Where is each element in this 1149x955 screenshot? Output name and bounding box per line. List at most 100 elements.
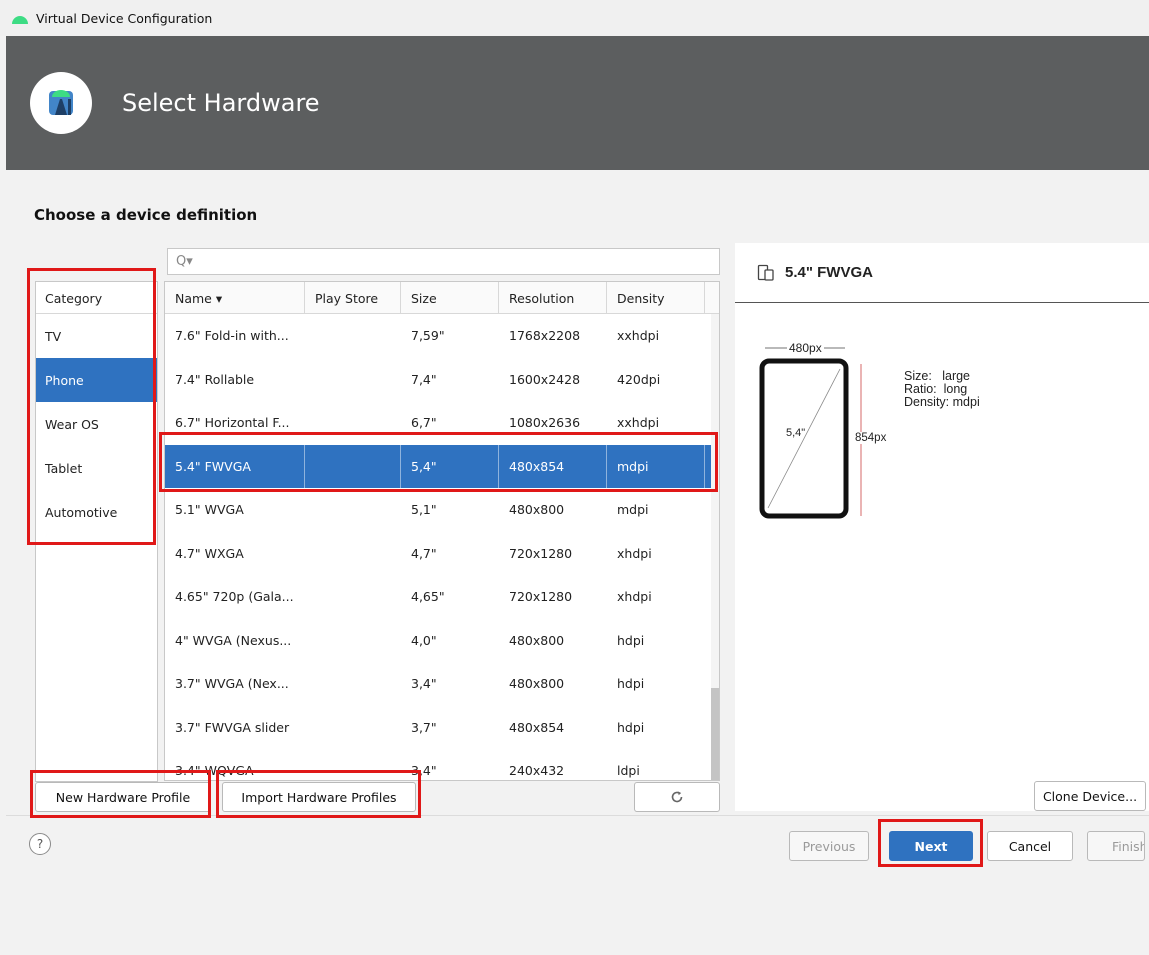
cell-resolution: 480x854 — [509, 719, 565, 735]
window-titlebar: Virtual Device Configuration — [0, 0, 1149, 36]
category-header: Category — [36, 282, 157, 314]
cancel-button[interactable]: Cancel — [987, 831, 1073, 861]
size-value: large — [942, 369, 971, 383]
cell-size: 4,65" — [411, 589, 445, 605]
cell-name: 4.7" WXGA — [175, 545, 244, 561]
cell-resolution: 1080x2636 — [509, 415, 581, 431]
ratio-value: long — [943, 382, 968, 396]
cell-density: ldpi — [617, 763, 640, 779]
table-row[interactable]: 3.7" FWVGA slider 3,7" 480x854 hdpi — [165, 706, 719, 750]
cell-density: xxhdpi — [617, 328, 660, 344]
device-search-input[interactable]: Q▾ — [167, 248, 720, 275]
clone-device-button[interactable]: Clone Device... — [1034, 781, 1146, 811]
cell-size: 4,0" — [411, 632, 437, 648]
column-header-size[interactable]: Size — [401, 282, 499, 314]
cell-resolution: 720x1280 — [509, 545, 573, 561]
table-row[interactable]: 3.4" WQVGA 3,4" 240x432 ldpi — [165, 749, 719, 780]
android-icon — [12, 16, 28, 24]
table-row[interactable]: 4.7" WXGA 4,7" 720x1280 xhdpi — [165, 532, 719, 576]
device-table: Name ▾ Play Store Size Resolution Densit… — [164, 281, 720, 781]
previous-button[interactable]: Previous — [789, 831, 869, 861]
next-button[interactable]: Next — [889, 831, 973, 861]
cell-density: mdpi — [617, 502, 649, 518]
android-studio-icon — [30, 72, 92, 134]
table-row[interactable]: 4" WVGA (Nexus... 4,0" 480x800 hdpi — [165, 619, 719, 663]
category-item-automotive[interactable]: Automotive — [36, 490, 157, 534]
cell-name: 3.7" WVGA (Nex... — [175, 676, 289, 692]
cell-size: 3,7" — [411, 719, 437, 735]
cell-resolution: 240x432 — [509, 763, 565, 779]
cell-size: 5,1" — [411, 502, 437, 518]
preview-height-label: 854px — [855, 432, 887, 444]
cell-name: 7.6" Fold-in with... — [175, 328, 289, 344]
preview-header: 5.4" FWVGA — [735, 243, 1149, 303]
table-row[interactable]: 7.4" Rollable 7,4" 1600x2428 420dpi — [165, 358, 719, 402]
window-title: Virtual Device Configuration — [36, 10, 213, 26]
cell-name: 3.7" FWVGA slider — [175, 719, 290, 735]
column-header-density[interactable]: Density — [607, 282, 705, 314]
table-row[interactable]: 5.4" FWVGA 5,4" 480x854 mdpi — [165, 444, 719, 488]
table-scrollbar-thumb[interactable] — [711, 688, 719, 780]
finish-button[interactable]: Finish — [1087, 831, 1145, 861]
cell-size: 3,4" — [411, 763, 437, 779]
category-item-wear-os[interactable]: Wear OS — [36, 402, 157, 446]
column-header-play-store[interactable]: Play Store — [305, 282, 401, 314]
size-label: Size: — [904, 369, 932, 383]
cell-size: 4,7" — [411, 545, 437, 561]
wizard-header: Select Hardware — [6, 36, 1149, 170]
device-preview-panel: 5.4" FWVGA 480px 5,4" 854px Size: large … — [735, 243, 1149, 811]
table-body: 7.6" Fold-in with... 7,59" 1768x2208 xxhdpi… — [165, 314, 719, 780]
preview-width-label: 480px — [787, 341, 824, 355]
category-item-tv[interactable]: TV — [36, 314, 157, 358]
cell-size: 5,4" — [401, 444, 499, 488]
ratio-label: Ratio: — [904, 382, 937, 396]
import-hardware-profiles-button[interactable]: Import Hardware Profiles — [222, 782, 416, 812]
category-list: Category TV Phone Wear OS Tablet Automot… — [35, 281, 158, 782]
help-button[interactable]: ? — [29, 833, 51, 855]
new-hardware-profile-button[interactable]: New Hardware Profile — [35, 782, 211, 812]
cell-resolution: 480x800 — [509, 632, 565, 648]
cell-name: 5.4" FWVGA — [165, 444, 305, 488]
cell-density: hdpi — [617, 676, 645, 692]
cell-name: 6.7" Horizontal F... — [175, 415, 290, 431]
cell-play-store — [305, 444, 401, 488]
cell-resolution: 480x854 — [499, 444, 607, 488]
cell-density: xxhdpi — [617, 415, 660, 431]
density-label: Density: — [904, 395, 950, 409]
cell-resolution: 480x800 — [509, 676, 565, 692]
category-item-tablet[interactable]: Tablet — [36, 446, 157, 490]
section-title: Choose a device definition — [34, 206, 258, 224]
cell-size: 6,7" — [411, 415, 437, 431]
preview-title: 5.4" FWVGA — [785, 264, 873, 281]
cell-resolution: 720x1280 — [509, 589, 573, 605]
wizard-content: Choose a device definition Category TV P… — [6, 170, 1149, 955]
preview-diagonal-label: 5,4" — [786, 427, 806, 439]
cell-size: 7,4" — [411, 371, 437, 387]
density-value: mdpi — [952, 395, 980, 409]
cell-resolution: 1600x2428 — [509, 371, 581, 387]
search-icon: Q▾ — [176, 254, 193, 269]
refresh-button[interactable] — [634, 782, 720, 812]
device-icon — [757, 264, 774, 281]
cell-name: 4.65" 720p (Gala... — [175, 589, 294, 605]
table-row[interactable]: 7.6" Fold-in with... 7,59" 1768x2208 xxhdpi — [165, 314, 719, 358]
table-row[interactable]: 6.7" Horizontal F... 6,7" 1080x2636 xxhdpi — [165, 401, 719, 445]
footer-divider — [6, 815, 1149, 816]
table-header: Name ▾ Play Store Size Resolution Densit… — [165, 282, 719, 314]
cell-resolution: 1768x2208 — [509, 328, 581, 344]
cell-resolution: 480x800 — [509, 502, 565, 518]
table-row[interactable]: 4.65" 720p (Gala... 4,65" 720x1280 xhdpi — [165, 575, 719, 619]
cell-density: mdpi — [607, 444, 705, 488]
table-row[interactable]: 3.7" WVGA (Nex... 3,4" 480x800 hdpi — [165, 662, 719, 706]
category-item-phone[interactable]: Phone — [36, 358, 157, 402]
table-row[interactable]: 5.1" WVGA 5,1" 480x800 mdpi — [165, 488, 719, 532]
column-header-resolution[interactable]: Resolution — [499, 282, 607, 314]
cell-density: xhdpi — [617, 545, 652, 561]
refresh-icon — [671, 791, 683, 803]
cell-size: 3,4" — [411, 676, 437, 692]
column-header-name[interactable]: Name ▾ — [165, 282, 305, 314]
cell-size: 7,59" — [411, 328, 445, 344]
cell-density: xhdpi — [617, 589, 652, 605]
cell-density: hdpi — [617, 632, 645, 648]
page-title: Select Hardware — [122, 89, 320, 117]
